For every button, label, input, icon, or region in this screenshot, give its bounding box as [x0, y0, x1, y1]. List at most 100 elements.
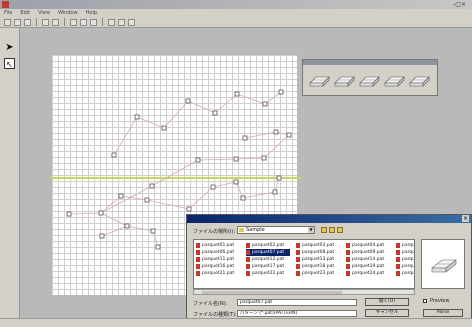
- menu-help[interactable]: Help: [86, 10, 97, 16]
- file-name: parquet20.pat: [402, 264, 415, 269]
- menu-bar: File Edit View Window Help: [0, 9, 472, 17]
- file-item[interactable]: parquet18.pat: [296, 263, 340, 270]
- parquet-tile-icon[interactable]: [309, 70, 330, 91]
- menu-window[interactable]: Window: [58, 10, 78, 16]
- zoom-in-button[interactable]: [70, 18, 77, 26]
- tool-button[interactable]: [128, 18, 135, 26]
- pattern-file-icon: [296, 257, 300, 262]
- pattern-file-icon: [346, 264, 350, 269]
- preview-checkbox[interactable]: [423, 299, 427, 303]
- pattern-file-icon: [346, 243, 350, 248]
- grid-button[interactable]: [90, 18, 97, 26]
- file-name: parquet14.pat: [352, 257, 385, 262]
- pattern-file-icon: [296, 271, 300, 276]
- file-item[interactable]: parquet20.pat: [396, 263, 415, 270]
- tile-palette[interactable]: [302, 59, 438, 96]
- file-item[interactable]: parquet07.pat: [246, 249, 290, 256]
- filetype-select[interactable]: パターン (*.pat)(PATTERN): [237, 310, 357, 317]
- filename-field[interactable]: parquet07.pat: [237, 299, 357, 306]
- preview-pane: [421, 239, 465, 289]
- pattern-file-icon: [196, 257, 200, 262]
- look-in-select[interactable]: Sample ▼: [237, 226, 315, 234]
- file-name: parquet25.pat: [402, 271, 415, 276]
- zoom-out-button[interactable]: [80, 18, 87, 26]
- file-name: parquet02.pat: [252, 243, 285, 248]
- pattern-file-icon: [246, 271, 250, 276]
- file-name: parquet08.pat: [302, 250, 335, 255]
- file-list[interactable]: parquet01.pat parquet06.pat parquet11.pat p…: [193, 239, 415, 289]
- file-name: parquet09.pat: [352, 250, 385, 255]
- file-item[interactable]: parquet14.pat: [346, 256, 390, 263]
- file-item[interactable]: parquet12.pat: [246, 256, 290, 263]
- save-file-button[interactable]: [24, 18, 31, 26]
- parquet-tile-icon[interactable]: [334, 70, 355, 91]
- file-item[interactable]: parquet05.pat: [396, 242, 414, 249]
- menu-file[interactable]: File: [4, 10, 12, 16]
- pattern-file-icon: [396, 243, 400, 248]
- dialog-title-bar[interactable]: ×: [187, 215, 471, 223]
- redo-button[interactable]: [52, 18, 59, 26]
- file-name: parquet24.pat: [352, 271, 385, 276]
- file-name: parquet11.pat: [202, 257, 235, 262]
- open-file-button[interactable]: [14, 18, 21, 26]
- file-item[interactable]: parquet21.pat: [196, 270, 240, 277]
- new-folder-icon[interactable]: [329, 227, 335, 233]
- tool-button[interactable]: [118, 18, 125, 26]
- file-name: parquet10.pat: [402, 250, 415, 255]
- file-name: parquet17.pat: [252, 264, 285, 269]
- status-bar: [0, 318, 472, 327]
- view-menu-icon[interactable]: [337, 227, 343, 233]
- file-item[interactable]: parquet15.pat: [396, 256, 414, 263]
- parquet-tile-icon[interactable]: [409, 70, 430, 91]
- parquet-tile-icon[interactable]: [384, 70, 405, 91]
- pattern-file-icon: [246, 264, 250, 269]
- window-controls[interactable]: –□×: [452, 1, 466, 8]
- file-list-scrollbar[interactable]: [193, 289, 415, 295]
- file-name: parquet19.pat: [352, 264, 385, 269]
- tool-button[interactable]: [108, 18, 115, 26]
- new-file-button[interactable]: [4, 18, 11, 26]
- open-button[interactable]: 開く(O): [365, 298, 409, 306]
- file-name: parquet03.pat: [302, 243, 335, 248]
- node-select-icon[interactable]: ↖: [4, 58, 15, 69]
- file-name: parquet16.pat: [202, 264, 235, 269]
- file-item[interactable]: parquet25.pat: [396, 270, 415, 277]
- close-icon[interactable]: ×: [462, 215, 469, 222]
- file-item[interactable]: parquet04.pat: [346, 242, 390, 249]
- pattern-file-icon: [346, 250, 350, 255]
- undo-button[interactable]: [42, 18, 49, 26]
- file-item[interactable]: parquet13.pat: [296, 256, 340, 263]
- tool-box: ➤ ↖: [0, 28, 20, 318]
- file-item[interactable]: parquet02.pat: [246, 242, 290, 249]
- cancel-button[interactable]: キャンセル: [365, 309, 409, 317]
- generator-line[interactable]: [50, 177, 302, 179]
- file-item[interactable]: parquet16.pat: [196, 263, 240, 270]
- file-item[interactable]: parquet08.pat: [296, 249, 340, 256]
- file-grid: parquet01.pat parquet06.pat parquet11.pat p…: [196, 242, 415, 277]
- file-item[interactable]: parquet01.pat: [196, 242, 240, 249]
- pattern-file-icon: [396, 264, 400, 269]
- preview-label: Preview: [430, 298, 450, 304]
- file-item[interactable]: parquet10.pat: [396, 249, 415, 256]
- file-item[interactable]: parquet09.pat: [346, 249, 390, 256]
- file-item[interactable]: parquet06.pat: [196, 249, 240, 256]
- up-folder-icon[interactable]: [321, 227, 327, 233]
- file-item[interactable]: parquet03.pat: [296, 242, 340, 249]
- select-arrow-icon[interactable]: ➤: [4, 42, 15, 53]
- chevron-down-icon[interactable]: ▼: [308, 227, 314, 233]
- preview-tile-icon: [431, 259, 457, 273]
- file-item[interactable]: parquet19.pat: [346, 263, 390, 270]
- pattern-file-icon: [346, 257, 350, 262]
- file-item[interactable]: parquet17.pat: [246, 263, 290, 270]
- file-item[interactable]: parquet11.pat: [196, 256, 240, 263]
- menu-view[interactable]: View: [38, 10, 50, 16]
- scrollbar-thumb[interactable]: [202, 291, 342, 294]
- parse-button[interactable]: Parse: [423, 309, 463, 317]
- menu-edit[interactable]: Edit: [20, 10, 30, 16]
- toolbar: [0, 17, 472, 28]
- parquet-tile-icon[interactable]: [359, 70, 380, 91]
- file-item[interactable]: parquet23.pat: [296, 270, 340, 277]
- file-item[interactable]: parquet22.pat: [246, 270, 290, 277]
- file-name: parquet12.pat: [252, 257, 285, 262]
- file-item[interactable]: parquet24.pat: [346, 270, 390, 277]
